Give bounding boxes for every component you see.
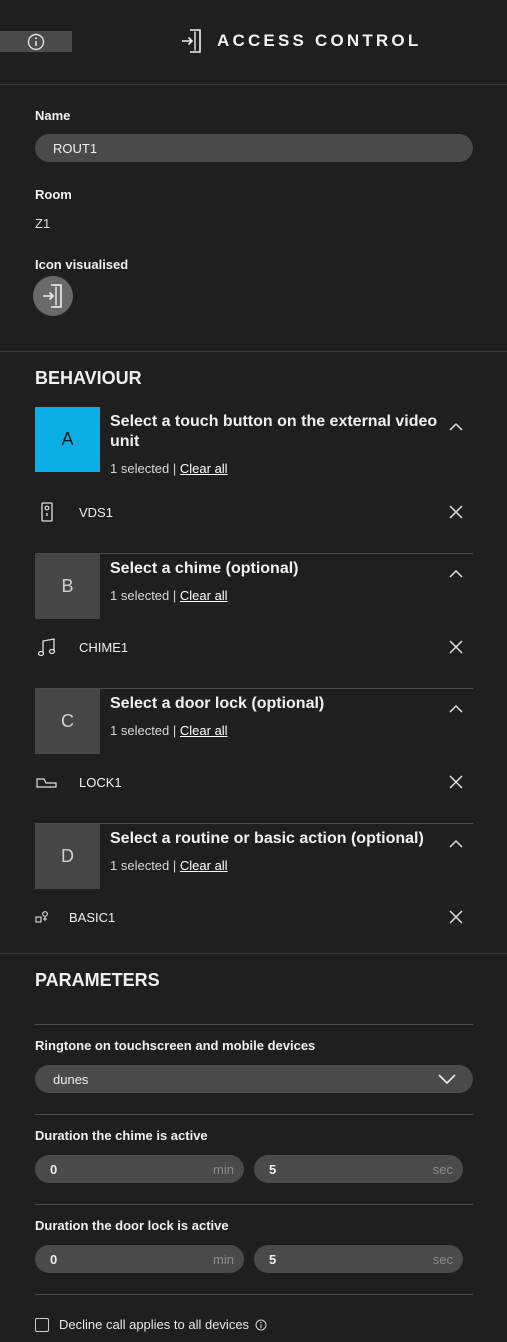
access-door-icon (43, 284, 62, 308)
room-value: Z1 (35, 216, 51, 231)
list-item-label: CHIME1 (79, 639, 129, 655)
music-note-icon (37, 638, 56, 657)
step-divider (35, 553, 473, 554)
ringtone-label: Ringtone on touchscreen and mobile devic… (35, 1038, 316, 1053)
step-a-badge: A (35, 407, 100, 472)
step-d-selection: 1 selected | Clear all (110, 858, 228, 873)
video-intercom-icon (41, 502, 53, 522)
step-a-title: Select a touch button on the external vi… (110, 413, 438, 450)
chime-seconds-input[interactable]: 5 sec (254, 1155, 463, 1183)
info-icon (27, 33, 45, 50)
access-door-icon (182, 29, 201, 53)
param-divider (35, 1114, 473, 1115)
behaviour-title: BEHAVIOUR (35, 368, 142, 388)
param-divider (35, 1024, 473, 1025)
step-divider (35, 688, 473, 689)
icon-label: Icon visualised (35, 257, 129, 272)
remove-icon[interactable] (449, 910, 463, 924)
lock-duration-label: Duration the door lock is active (35, 1218, 229, 1233)
chime-minutes-value: 0 (50, 1161, 58, 1177)
door-lock-icon (36, 778, 57, 788)
lock-seconds-value: 5 (269, 1251, 277, 1267)
section-divider (0, 351, 507, 352)
list-item-vds1: VDS1 (35, 500, 473, 524)
seconds-unit: sec (432, 1162, 453, 1177)
lock-minutes-input[interactable]: 0 min (35, 1245, 244, 1273)
param-divider (35, 1204, 473, 1205)
icon-visualised-button[interactable] (33, 276, 73, 316)
decline-call-checkbox[interactable] (35, 1317, 49, 1332)
chevron-up-icon[interactable] (447, 421, 465, 433)
step-c-title: Select a door lock (optional) (110, 695, 325, 712)
decline-call-row: Decline call applies to all devices (35, 1317, 267, 1332)
step-divider (35, 823, 473, 824)
ringtone-select[interactable]: dunes (35, 1065, 473, 1093)
step-c-selected-count: 1 selected | (110, 723, 177, 738)
chime-seconds-value: 5 (269, 1161, 277, 1177)
minutes-unit: min (213, 1162, 234, 1177)
name-input[interactable]: ROUT1 (35, 134, 473, 162)
step-a-selected-count: 1 selected | (110, 461, 177, 476)
list-item-basic1: BASIC1 (35, 905, 473, 929)
page-title-group: ACCESS CONTROL (181, 28, 421, 54)
step-d-badge: D (35, 824, 100, 889)
chevron-up-icon[interactable] (447, 703, 465, 715)
chevron-up-icon[interactable] (447, 838, 465, 850)
seconds-unit: sec (432, 1252, 453, 1267)
chevron-up-icon[interactable] (447, 568, 465, 580)
basic-action-icon (35, 911, 48, 923)
step-c-badge: C (35, 689, 100, 754)
chime-duration-label: Duration the chime is active (35, 1128, 208, 1143)
step-a-selection: 1 selected | Clear all (110, 461, 228, 476)
step-d-selected-count: 1 selected | (110, 858, 177, 873)
name-input-value: ROUT1 (53, 140, 98, 156)
ringtone-select-value: dunes (53, 1071, 89, 1087)
section-divider (0, 953, 507, 954)
step-b-badge: B (35, 554, 100, 619)
step-b-clear-all-link[interactable]: Clear all (180, 588, 228, 603)
lock-seconds-input[interactable]: 5 sec (254, 1245, 463, 1273)
room-label: Room (35, 187, 72, 202)
info-button[interactable] (0, 31, 72, 52)
list-item-label: VDS1 (79, 504, 113, 520)
step-b-selection: 1 selected | Clear all (110, 588, 228, 603)
list-item-lock1: LOCK1 (35, 770, 473, 794)
param-divider (35, 1294, 473, 1295)
list-item-label: BASIC1 (69, 909, 116, 925)
step-d-clear-all-link[interactable]: Clear all (180, 858, 228, 873)
remove-icon[interactable] (449, 505, 463, 519)
chevron-down-icon (438, 1074, 456, 1085)
page-title: ACCESS CONTROL (217, 31, 422, 50)
header: ACCESS CONTROL (0, 0, 507, 85)
decline-call-label: Decline call applies to all devices (59, 1317, 250, 1332)
name-label: Name (35, 108, 71, 123)
list-item-chime1: CHIME1 (35, 635, 473, 659)
step-c-selection: 1 selected | Clear all (110, 723, 228, 738)
step-d-title: Select a routine or basic action (option… (110, 830, 424, 847)
remove-icon[interactable] (449, 640, 463, 654)
step-b-title: Select a chime (optional) (110, 560, 299, 577)
minutes-unit: min (213, 1252, 234, 1267)
parameters-title: PARAMETERS (35, 970, 160, 990)
remove-icon[interactable] (449, 775, 463, 789)
step-a-clear-all-link[interactable]: Clear all (180, 461, 228, 476)
step-b-selected-count: 1 selected | (110, 588, 177, 603)
chime-minutes-input[interactable]: 0 min (35, 1155, 244, 1183)
step-c-clear-all-link[interactable]: Clear all (180, 723, 228, 738)
lock-minutes-value: 0 (50, 1251, 58, 1267)
list-item-label: LOCK1 (79, 774, 122, 790)
info-icon[interactable] (255, 1319, 267, 1331)
